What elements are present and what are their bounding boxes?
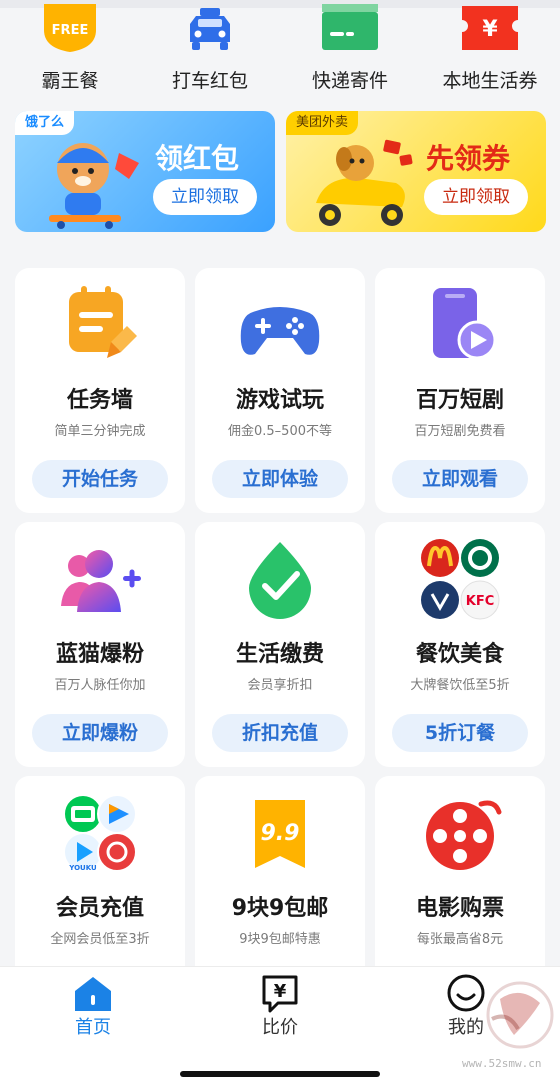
home-icon xyxy=(75,977,111,1011)
quick-item-express[interactable]: 快递寄件 xyxy=(280,0,420,100)
quick-label: 本地生活券 xyxy=(442,70,538,92)
meituan-coupon-banner[interactable]: 美团外卖 先领券 立即领取 xyxy=(286,111,546,232)
quick-label: 快递寄件 xyxy=(311,70,388,92)
free-meal-icon: FREE xyxy=(44,4,96,52)
svg-text:KFC: KFC xyxy=(466,594,495,609)
start-task-button[interactable]: 开始任务 xyxy=(32,460,168,498)
tab-label: 首页 xyxy=(75,1017,111,1038)
tab-price-compare[interactable]: ¥ 比价 xyxy=(220,967,340,1047)
task-board-icon xyxy=(69,286,137,358)
home-indicator xyxy=(180,1071,380,1077)
quick-nav: FREE 霸王餐 打车红包 快递寄件 ¥ 本地生活券 xyxy=(0,0,560,100)
card-subtitle: 简单三分钟完成 xyxy=(54,424,146,439)
card-dining[interactable]: KFC 餐饮美食 大牌餐饮低至5折 5折订餐 xyxy=(375,522,545,767)
short-video-icon xyxy=(433,288,497,360)
eleme-red-packet-banner[interactable]: 饿了么 领红包 立即领取 xyxy=(15,111,275,232)
banner-title: 先领券 xyxy=(426,142,511,175)
card-game-trial[interactable]: 游戏试玩 佣金0.5–500不等 立即体验 xyxy=(195,268,365,513)
gamepad-icon xyxy=(240,307,320,355)
card-subtitle: 佣金0.5–500不等 xyxy=(228,424,332,439)
checkmark-drop-icon xyxy=(249,542,311,619)
card-bill-payment[interactable]: 生活缴费 会员享折扣 折扣充值 xyxy=(195,522,365,767)
package-icon xyxy=(322,4,378,50)
order-meal-button[interactable]: 5折订餐 xyxy=(392,714,528,752)
quick-item-local-coupon[interactable]: ¥ 本地生活券 xyxy=(420,0,560,100)
card-title: 生活缴费 xyxy=(235,642,324,667)
taxi-icon xyxy=(190,8,230,50)
price-compare-icon: ¥ xyxy=(262,975,298,1013)
card-blue-cat-fans[interactable]: 蓝猫爆粉 百万人脉任你加 立即爆粉 xyxy=(15,522,185,767)
banner-tag: 饿了么 xyxy=(15,111,75,135)
restaurant-brands-icon: KFC xyxy=(421,539,500,620)
quick-item-free-meal[interactable]: FREE 霸王餐 xyxy=(0,0,140,100)
card-subtitle: 全网会员低至3折 xyxy=(50,932,150,947)
svg-text:9.9: 9.9 xyxy=(261,821,300,846)
svg-text:¥: ¥ xyxy=(274,981,287,1002)
video-platforms-icon: YOUKU xyxy=(63,794,137,872)
card-subtitle: 百万人脉任你加 xyxy=(54,678,146,693)
nine-nine-tag-icon: 9.9 xyxy=(255,800,305,868)
mascot-skateboard-icon xyxy=(49,143,139,229)
card-title: 会员充值 xyxy=(55,896,144,921)
add-user-icon xyxy=(61,550,141,612)
film-reel-icon xyxy=(426,800,502,870)
card-title: 9块9包邮 xyxy=(231,896,329,921)
banner-tag: 美团外卖 xyxy=(286,111,359,135)
site-seal-watermark xyxy=(486,981,554,1049)
card-subtitle: 会员享折扣 xyxy=(247,678,313,693)
svg-text:¥: ¥ xyxy=(482,17,498,42)
gain-fans-button[interactable]: 立即爆粉 xyxy=(32,714,168,752)
tab-home[interactable]: 首页 xyxy=(33,967,153,1047)
discount-recharge-button[interactable]: 折扣充值 xyxy=(212,714,348,752)
card-title: 游戏试玩 xyxy=(235,388,324,413)
quick-label: 打车红包 xyxy=(171,70,248,92)
card-title: 电影购票 xyxy=(415,896,504,921)
coupon-icon: ¥ xyxy=(462,6,518,50)
watermark-url: www.52smw.cn xyxy=(462,1057,542,1070)
claim-button[interactable]: 立即领取 xyxy=(153,179,257,215)
card-subtitle: 9块9包邮特惠 xyxy=(239,932,321,947)
card-short-drama[interactable]: 百万短剧 百万短剧免费看 立即观看 xyxy=(375,268,545,513)
card-subtitle: 大牌餐饮低至5折 xyxy=(410,678,510,693)
svg-text:FREE: FREE xyxy=(52,23,89,38)
card-title: 任务墙 xyxy=(66,388,133,413)
banner-title: 领红包 xyxy=(155,142,240,175)
card-subtitle: 每张最高省8元 xyxy=(416,932,504,947)
claim-button[interactable]: 立即领取 xyxy=(424,179,528,215)
card-subtitle: 百万短剧免费看 xyxy=(414,424,506,439)
tab-label: 比价 xyxy=(262,1017,298,1038)
watch-now-button[interactable]: 立即观看 xyxy=(392,460,528,498)
quick-label: 霸王餐 xyxy=(41,70,99,92)
card-title: 餐饮美食 xyxy=(415,642,504,667)
mascot-scooter-icon xyxy=(316,139,413,226)
card-title: 蓝猫爆粉 xyxy=(55,642,144,667)
quick-item-taxi[interactable]: 打车红包 xyxy=(140,0,280,100)
card-task-wall[interactable]: 任务墙 简单三分钟完成 开始任务 xyxy=(15,268,185,513)
svg-text:YOUKU: YOUKU xyxy=(68,864,97,872)
card-title: 百万短剧 xyxy=(415,388,504,413)
try-now-button[interactable]: 立即体验 xyxy=(212,460,348,498)
